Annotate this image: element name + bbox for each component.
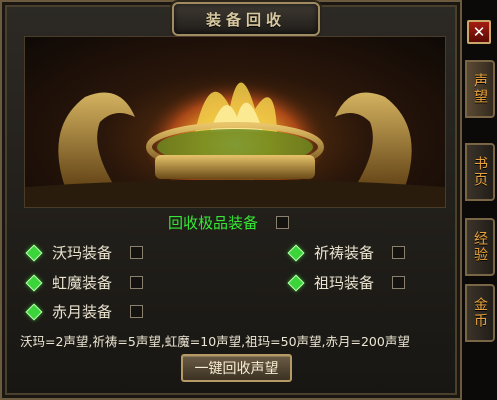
zuma-checkbox[interactable] (392, 276, 406, 289)
tab-experience[interactable]: 经验 (465, 218, 495, 276)
tab-gold[interactable]: 金币 (465, 284, 495, 342)
option-label: 沃玛装备 (52, 244, 113, 262)
green-gem-icon (287, 244, 305, 261)
recycle-premium-checkbox[interactable] (276, 216, 290, 229)
chiyue-checkbox[interactable] (130, 305, 144, 318)
option-hongmo[interactable]: 虹魔装备 (25, 272, 144, 293)
tab-book-pages[interactable]: 书页 (465, 143, 495, 201)
hongmo-checkbox[interactable] (130, 276, 144, 289)
tab-label: 书页 (472, 156, 488, 188)
option-pray[interactable]: 祈祷装备 (287, 242, 406, 263)
window-title-plate: 装备回收 (172, 2, 320, 36)
option-label: 祈祷装备 (314, 244, 375, 262)
tab-label: 声望 (472, 73, 488, 105)
one-click-recycle-button[interactable]: 一键回收声望 (181, 354, 292, 382)
green-gem-icon (287, 274, 305, 291)
tab-reputation[interactable]: 声望 (465, 60, 495, 118)
recycle-button-label: 一键回收声望 (194, 361, 279, 377)
green-gem-icon (25, 274, 43, 291)
furnace-illustration (25, 67, 445, 207)
green-gem-icon (25, 303, 43, 320)
option-zuma[interactable]: 祖玛装备 (287, 272, 406, 293)
woma-checkbox[interactable] (130, 246, 144, 259)
option-label: 祖玛装备 (314, 274, 375, 292)
recycle-premium-label: 回收极品装备 (168, 214, 259, 232)
furnace-banner-image (24, 36, 446, 208)
close-button[interactable]: ✕ (467, 20, 491, 44)
pray-checkbox[interactable] (392, 246, 406, 259)
tab-label: 经验 (472, 231, 488, 263)
option-chiyue[interactable]: 赤月装备 (25, 301, 144, 322)
option-woma[interactable]: 沃玛装备 (25, 242, 144, 263)
window-title: 装备回收 (205, 10, 286, 29)
close-icon: ✕ (472, 22, 486, 41)
green-gem-icon (25, 244, 43, 261)
option-label: 虹魔装备 (52, 274, 113, 292)
option-label: 赤月装备 (52, 303, 113, 321)
tab-label: 金币 (472, 297, 488, 329)
recycle-premium-option[interactable]: 回收极品装备 (168, 212, 290, 233)
reputation-rates-text: 沃玛=2声望,祈祷=5声望,虹魔=10声望,祖玛=50声望,赤月=200声望 (20, 334, 410, 349)
